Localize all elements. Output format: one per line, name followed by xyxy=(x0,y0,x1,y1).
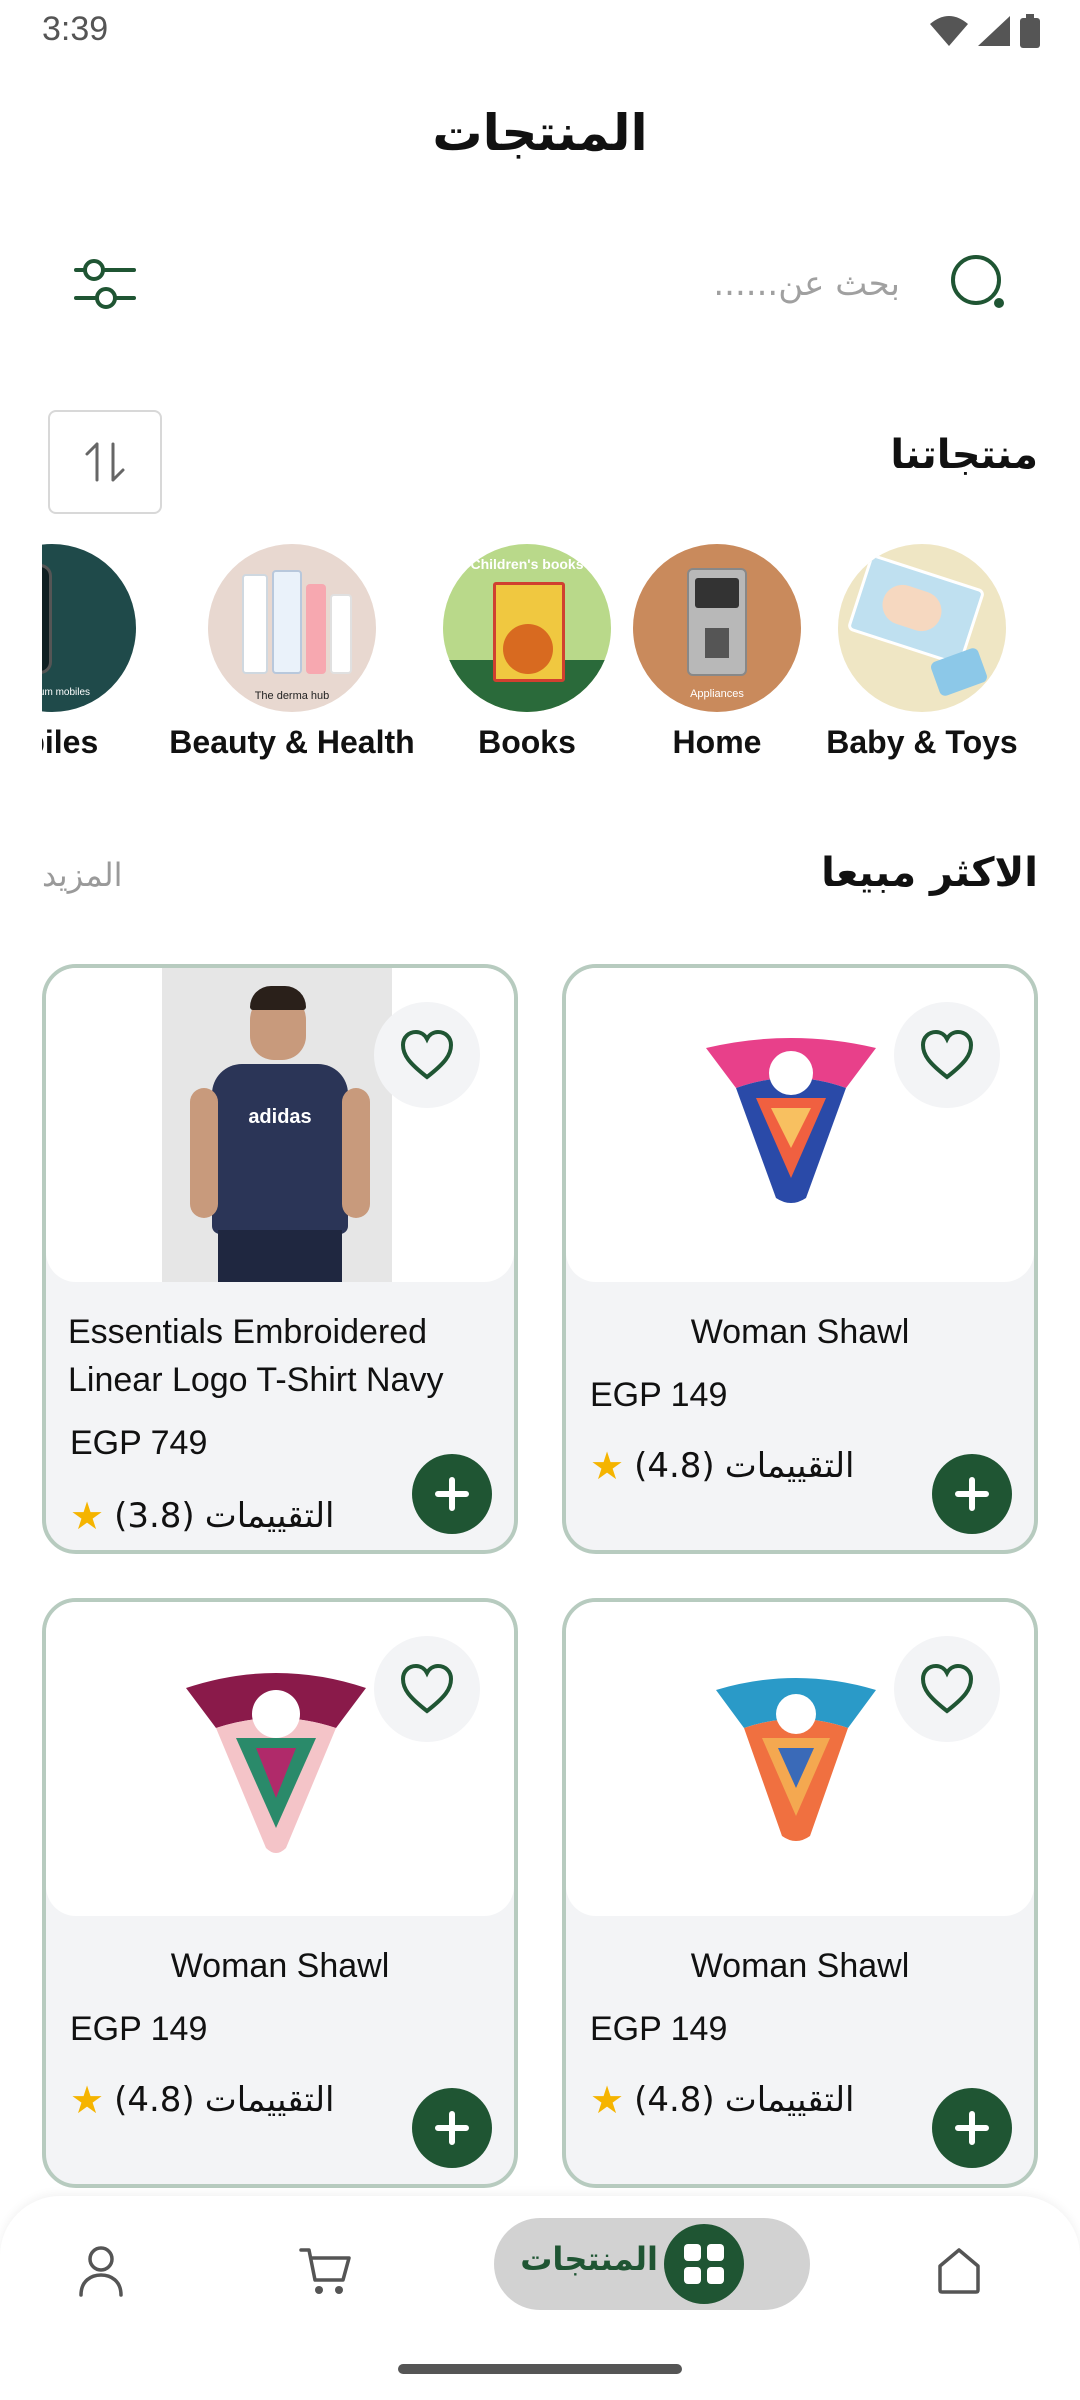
battery-icon xyxy=(1020,14,1040,48)
product-card[interactable]: Woman Shawl EGP 149 ★ (4.8) التقييمات xyxy=(562,1598,1038,2188)
rating-value: (4.8) xyxy=(114,2080,195,2120)
category-beauty-health[interactable]: The derma hub Beauty & Health xyxy=(162,544,422,761)
category-label: Baby & Toys xyxy=(826,724,1018,760)
product-card[interactable]: adidas Essentials Embroidered Linear Log… xyxy=(42,964,518,1554)
rating-value: (3.8) xyxy=(114,1496,195,1536)
filter-sliders-icon xyxy=(74,259,136,309)
home-icon xyxy=(938,2248,980,2294)
product-rating: ★ (4.8) التقييمات xyxy=(590,1444,855,1488)
star-icon: ★ xyxy=(590,1444,625,1488)
favorite-button[interactable] xyxy=(374,1002,480,1108)
shawl-image xyxy=(186,1673,366,1853)
heart-icon xyxy=(400,1029,454,1080)
product-name: Woman Shawl xyxy=(170,1947,390,1985)
plus-icon xyxy=(955,2111,989,2145)
favorite-button[interactable] xyxy=(374,1636,480,1742)
product-image xyxy=(46,1602,514,1916)
section-title-our-products: منتجاتنا xyxy=(890,432,1038,478)
category-image-books: Children's books xyxy=(443,544,611,712)
sort-arrows-icon xyxy=(85,442,125,482)
product-image: adidas xyxy=(46,968,514,1282)
add-to-cart-button[interactable] xyxy=(412,1454,492,1534)
category-home[interactable]: Appliances Home xyxy=(632,544,802,761)
rating-label: التقييمات xyxy=(204,1496,335,1536)
nav-products-label: المنتجات xyxy=(520,2240,658,2278)
section-title-best-selling: الاكثر مبيعا xyxy=(821,850,1038,896)
category-overlay-beauty: The derma hub xyxy=(254,690,330,702)
category-baby-toys[interactable]: Baby & Toys xyxy=(822,544,1022,761)
nav-products-active[interactable]: المنتجات xyxy=(494,2218,810,2310)
search-icon[interactable] xyxy=(948,252,1010,314)
more-link[interactable]: المزيد xyxy=(42,856,123,894)
nav-home[interactable] xyxy=(924,2236,994,2306)
page-title: المنتجات xyxy=(432,104,648,162)
heart-icon xyxy=(920,1029,974,1080)
cart-icon xyxy=(299,2248,351,2294)
rating-label: التقييمات xyxy=(724,1446,855,1486)
favorite-button[interactable] xyxy=(894,1636,1000,1742)
category-label: Home xyxy=(672,724,762,760)
add-to-cart-button[interactable] xyxy=(412,2088,492,2168)
home-indicator xyxy=(398,2364,682,2374)
category-label: obiles xyxy=(42,724,99,760)
product-rating: ★ (3.8) التقييمات xyxy=(70,1494,335,1538)
category-overlay-home: Appliances xyxy=(690,688,744,700)
product-price: EGP 149 xyxy=(70,2010,208,2048)
nav-profile[interactable] xyxy=(66,2236,136,2306)
category-label: Books xyxy=(478,724,576,760)
shawl-image xyxy=(716,1678,876,1841)
category-overlay-books: Children's books xyxy=(470,556,584,572)
category-overlay-mobiles: premium mobiles xyxy=(42,687,91,698)
search-bar: بحث عن...... xyxy=(0,240,1080,330)
rating-value: (4.8) xyxy=(634,2080,715,2120)
add-to-cart-button[interactable] xyxy=(932,1454,1012,1534)
plus-icon xyxy=(435,1477,469,1511)
status-bar: 3:39 xyxy=(0,0,1080,60)
star-icon: ★ xyxy=(70,1494,105,1538)
star-icon: ★ xyxy=(70,2078,105,2122)
rating-label: التقييمات xyxy=(724,2080,855,2120)
plus-icon xyxy=(435,2111,469,2145)
product-image xyxy=(566,968,1034,1282)
product-card[interactable]: Woman Shawl EGP 149 ★ (4.8) التقييمات xyxy=(562,964,1038,1554)
products-grid-icon xyxy=(664,2224,744,2304)
wifi-icon xyxy=(930,16,968,46)
product-price: EGP 149 xyxy=(590,1376,728,1414)
heart-icon xyxy=(920,1663,974,1714)
category-image-mobiles: premium mobiles xyxy=(42,544,136,712)
category-mobiles[interactable]: premium mobiles obiles xyxy=(42,544,152,761)
category-image-home: Appliances xyxy=(633,544,801,712)
profile-icon xyxy=(79,2246,123,2297)
sort-button[interactable] xyxy=(48,410,162,514)
add-to-cart-button[interactable] xyxy=(932,2088,1012,2168)
nav-cart[interactable] xyxy=(290,2236,360,2306)
product-name: Woman Shawl xyxy=(690,1313,910,1351)
rating-label: التقييمات xyxy=(204,2080,335,2120)
tshirt-model-image: adidas xyxy=(162,968,392,1282)
category-image-baby xyxy=(838,544,1006,712)
heart-icon xyxy=(400,1663,454,1714)
signal-icon xyxy=(978,16,1010,46)
product-price: EGP 149 xyxy=(590,2010,728,2048)
shawl-image xyxy=(706,1038,876,1203)
product-name: Woman Shawl xyxy=(690,1947,910,1985)
favorite-button[interactable] xyxy=(894,1002,1000,1108)
product-name: Essentials Embroidered Linear Logo T-Shi… xyxy=(68,1313,444,1399)
product-rating: ★ (4.8) التقييمات xyxy=(590,2078,855,2122)
status-icons xyxy=(930,14,1040,48)
filter-button[interactable] xyxy=(72,252,138,318)
status-time: 3:39 xyxy=(42,10,109,48)
category-label: Beauty & Health xyxy=(169,724,415,760)
star-icon: ★ xyxy=(590,2078,625,2122)
product-card[interactable]: Woman Shawl EGP 149 ★ (4.8) التقييمات xyxy=(42,1598,518,2188)
product-price: EGP 749 xyxy=(70,1424,208,1462)
category-carousel: premium mobiles obiles The derma hub Bea… xyxy=(42,544,1038,774)
product-image xyxy=(566,1602,1034,1916)
category-books[interactable]: Children's books Books xyxy=(432,544,622,761)
search-input[interactable]: بحث عن...... xyxy=(713,264,900,304)
plus-icon xyxy=(955,1477,989,1511)
product-rating: ★ (4.8) التقييمات xyxy=(70,2078,335,2122)
category-image-beauty: The derma hub xyxy=(208,544,376,712)
rating-value: (4.8) xyxy=(634,1446,715,1486)
